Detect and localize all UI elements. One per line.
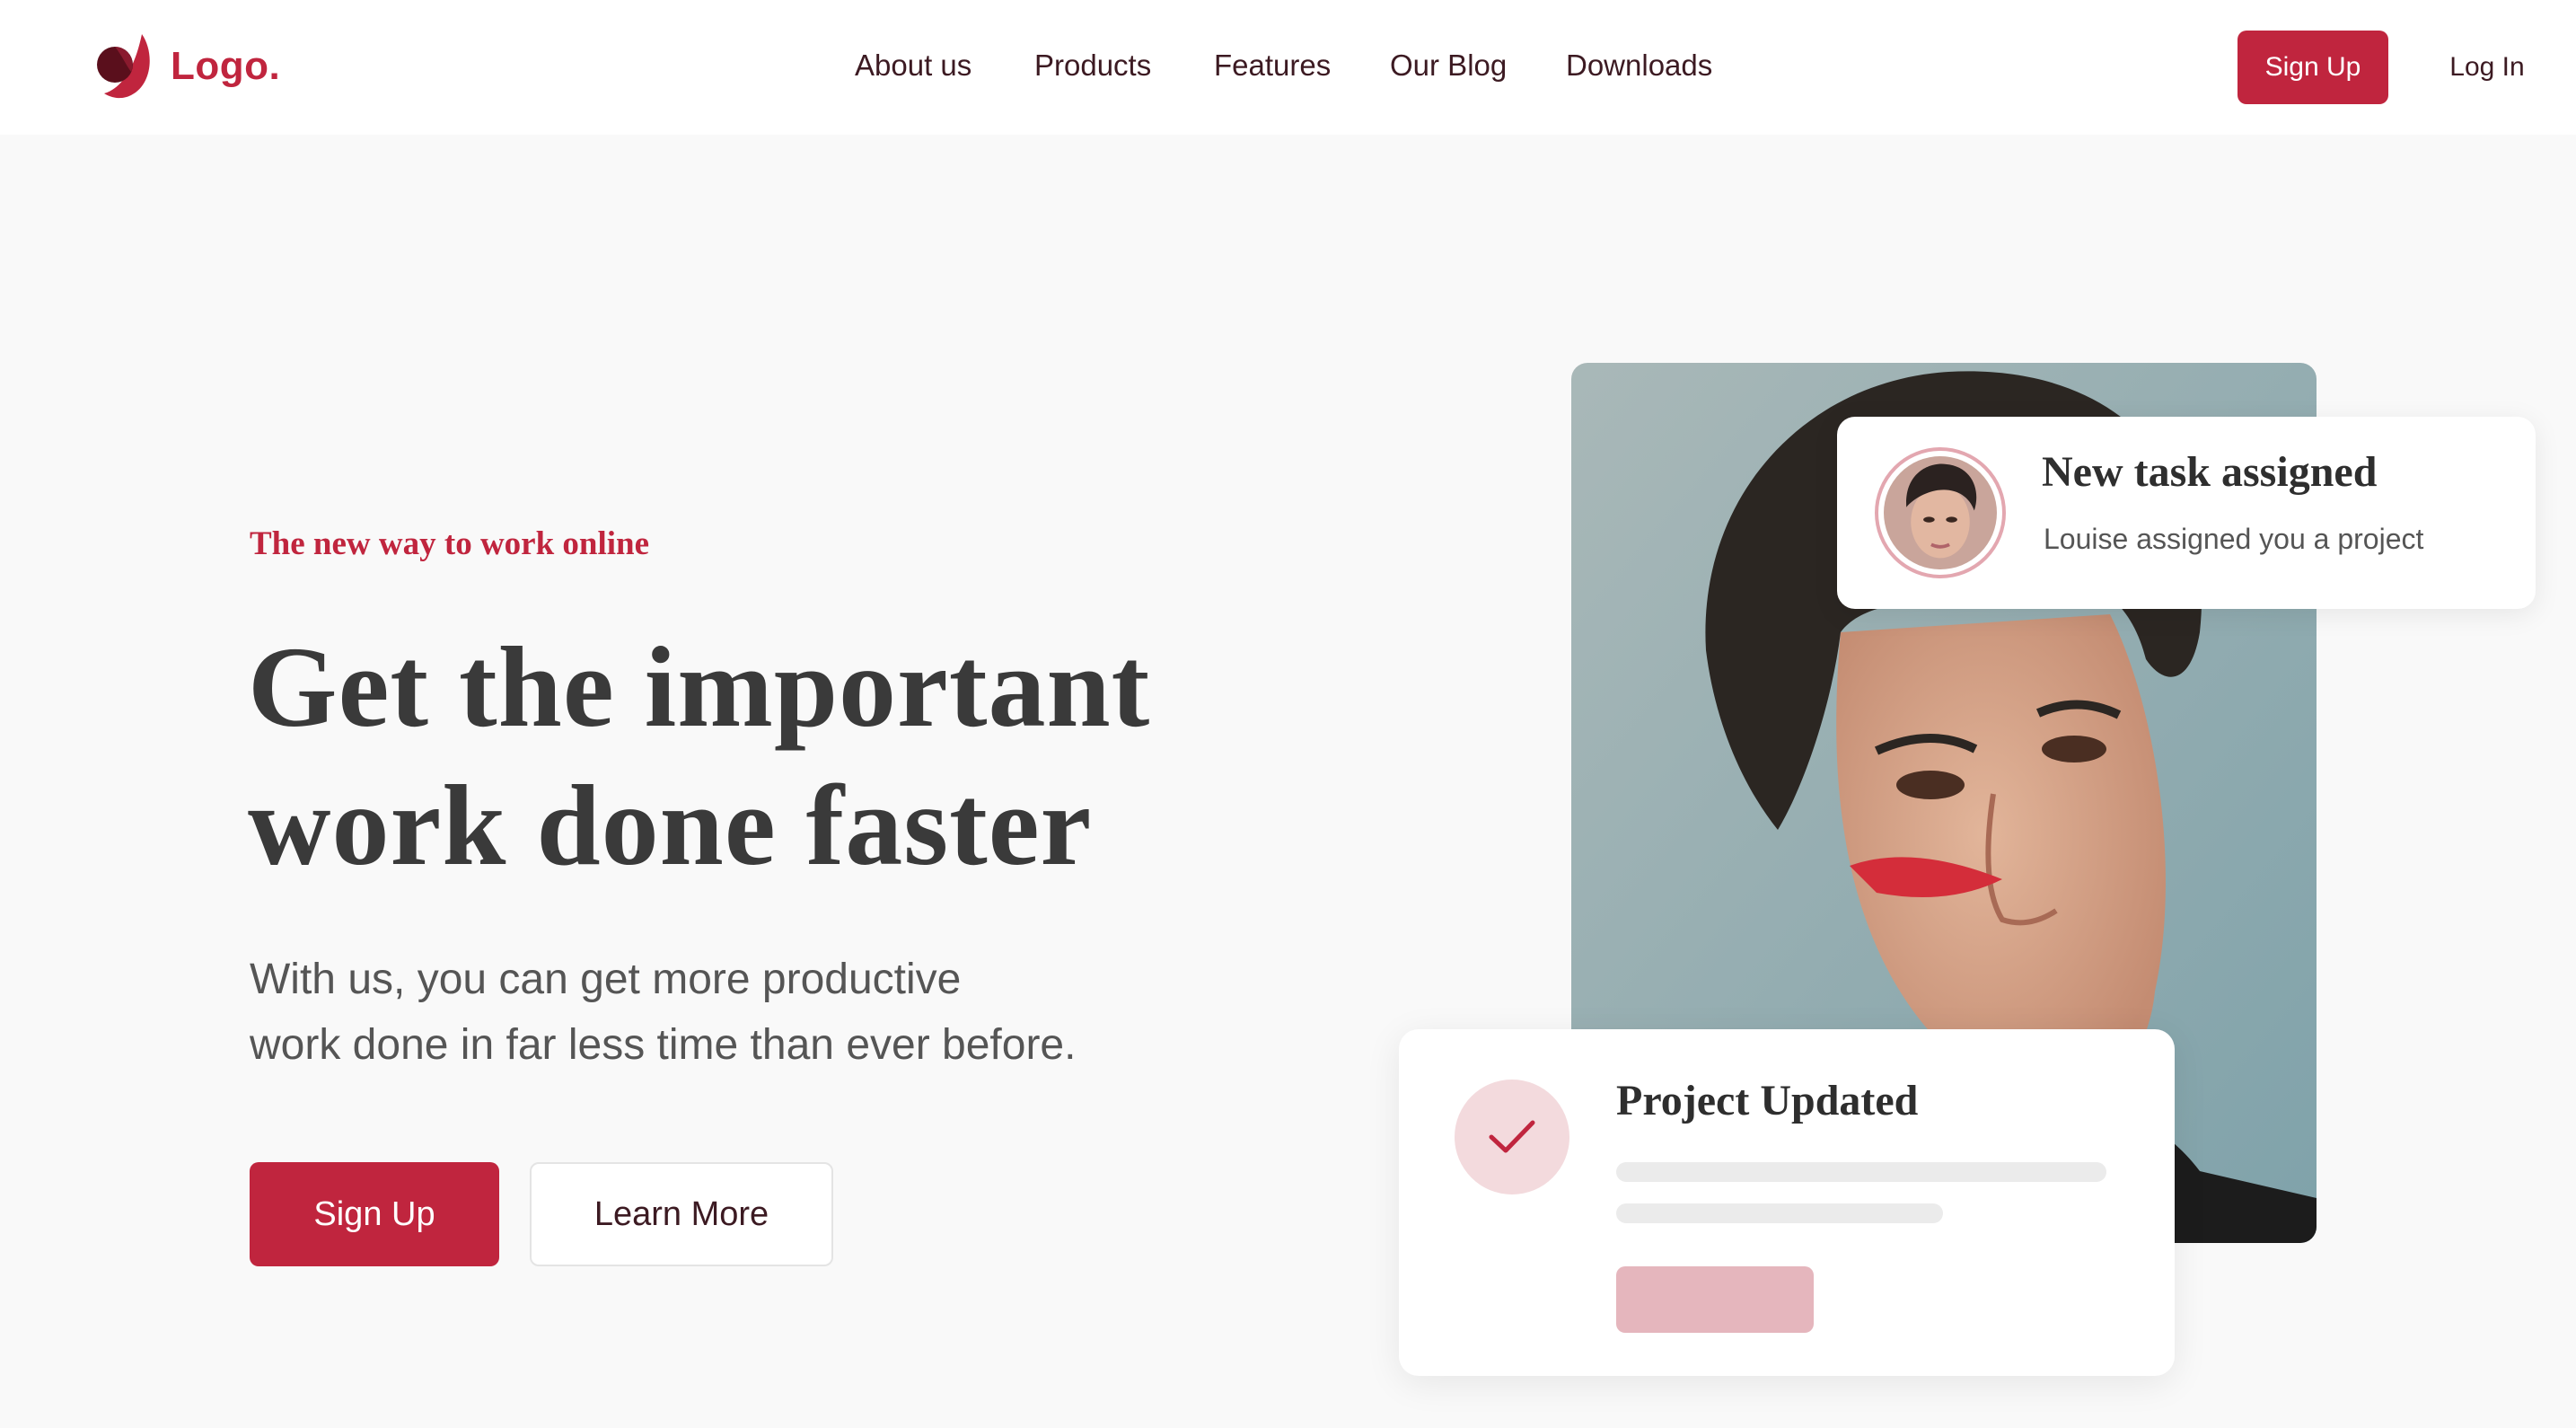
headline-line-1: Get the important bbox=[248, 623, 1151, 751]
headline-line-2: work done faster bbox=[248, 762, 1093, 889]
site-header: Logo. About us Products Features Our Blo… bbox=[0, 0, 2576, 135]
checkmark-icon bbox=[1489, 1120, 1535, 1153]
hero-headline: Get the important work done faster bbox=[248, 618, 1280, 895]
nav-our-blog[interactable]: Our Blog bbox=[1390, 43, 1507, 88]
header-signup-button[interactable]: Sign Up bbox=[2238, 31, 2388, 104]
nav-about-us[interactable]: About us bbox=[855, 43, 971, 88]
avatar bbox=[1875, 447, 2006, 578]
nav-features[interactable]: Features bbox=[1214, 43, 1331, 88]
project-updated-card[interactable]: Project Updated bbox=[1399, 1029, 2175, 1376]
header-login-button[interactable]: Log In bbox=[2424, 31, 2550, 104]
main-nav: About us Products Features Our Blog Down… bbox=[0, 43, 2576, 88]
project-card-title: Project Updated bbox=[1616, 1077, 1919, 1124]
check-badge bbox=[1455, 1080, 1569, 1194]
nav-downloads[interactable]: Downloads bbox=[1566, 43, 1712, 88]
hero-eyebrow: The new way to work online bbox=[250, 525, 650, 562]
placeholder-line bbox=[1616, 1162, 2106, 1182]
notification-card[interactable]: New task assigned Louise assigned you a … bbox=[1837, 417, 2536, 609]
avatar-portrait bbox=[1884, 456, 1997, 569]
nav-products[interactable]: Products bbox=[1034, 43, 1151, 88]
notification-message: Louise assigned you a project bbox=[2044, 523, 2424, 555]
notification-title: New task assigned bbox=[2042, 448, 2378, 496]
subtext-line-2: work done in far less time than ever bef… bbox=[250, 1021, 1077, 1069]
placeholder-button[interactable] bbox=[1616, 1266, 1814, 1333]
hero-signup-button[interactable]: Sign Up bbox=[250, 1162, 499, 1266]
subtext-line-1: With us, you can get more productive bbox=[250, 956, 962, 1003]
hero-learn-more-button[interactable]: Learn More bbox=[530, 1162, 833, 1266]
placeholder-line-short bbox=[1616, 1203, 1943, 1223]
hero-subtext: With us, you can get more productive wor… bbox=[250, 947, 1237, 1078]
